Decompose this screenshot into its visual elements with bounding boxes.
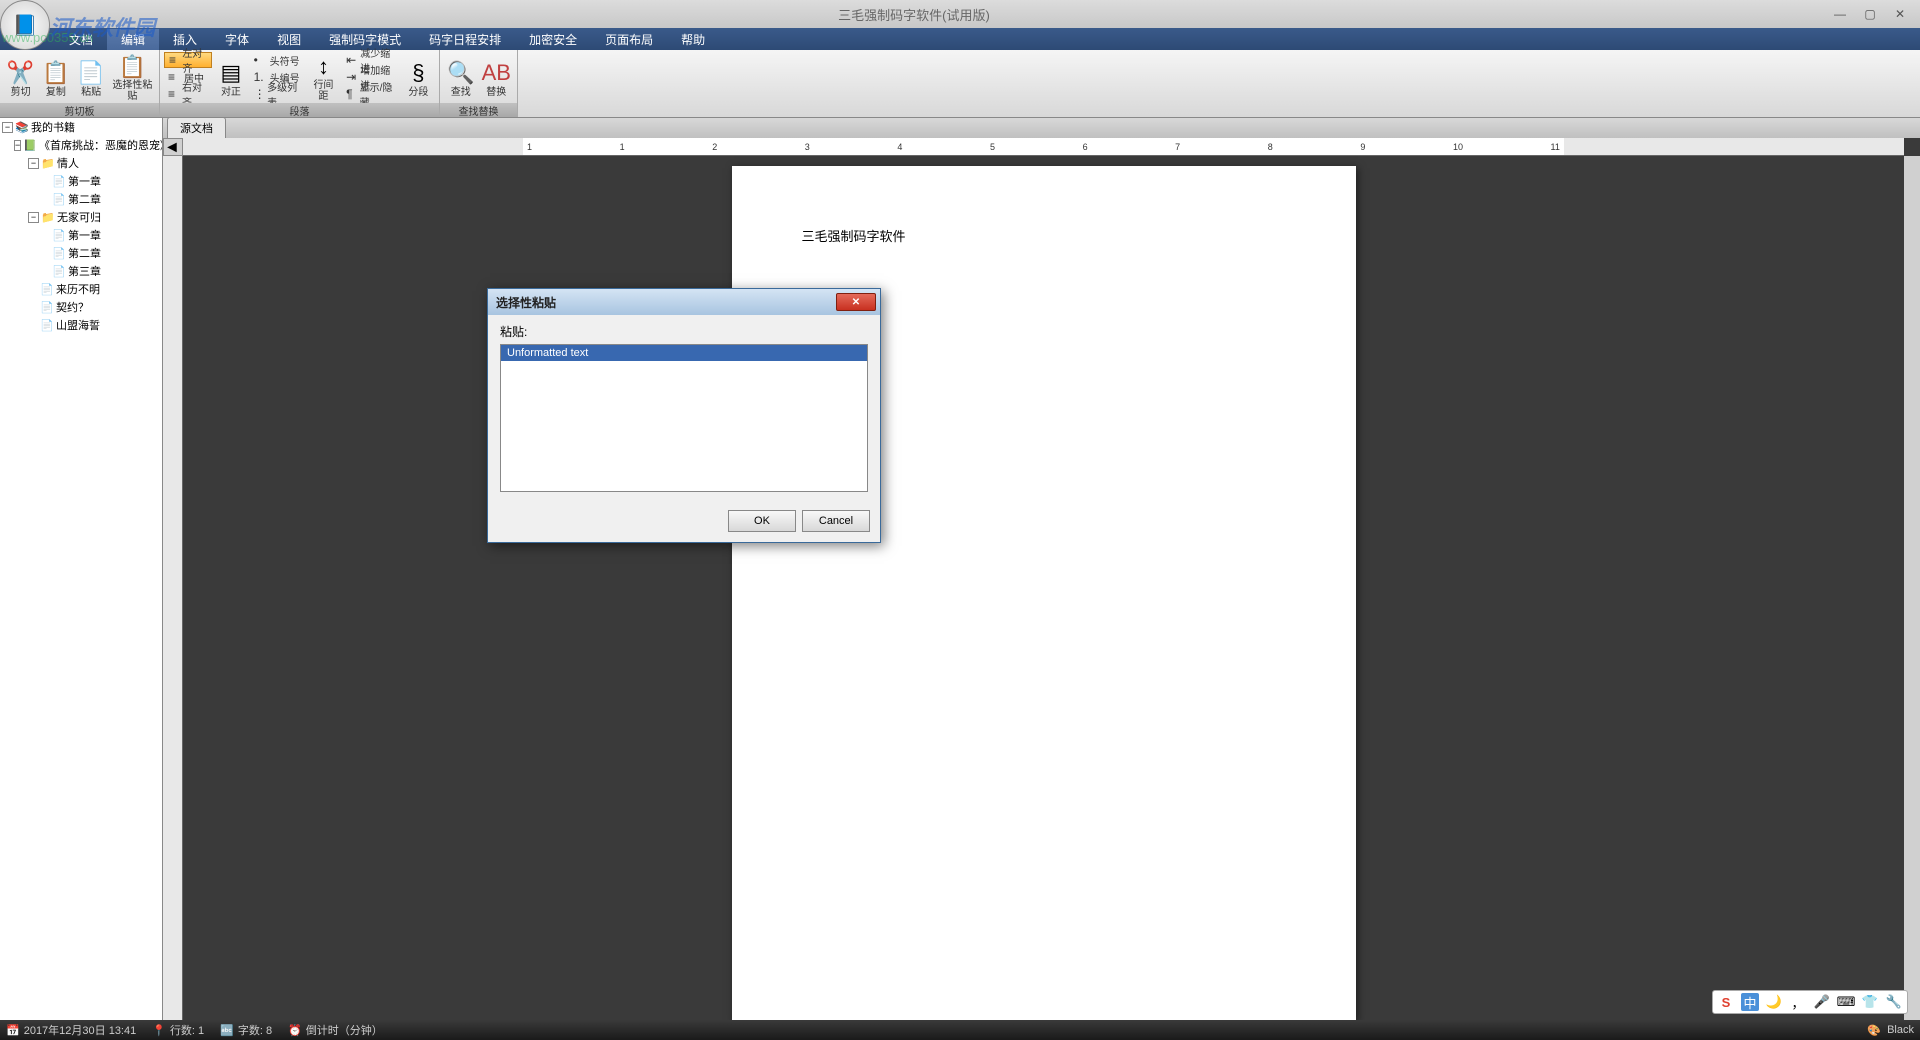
dialog-overlay: 选择性粘贴 ✕ 粘贴: Unformatted text OK Cancel — [0, 0, 1920, 1040]
ok-button[interactable]: OK — [728, 510, 796, 532]
dialog-close-button[interactable]: ✕ — [836, 293, 876, 311]
paste-format-list[interactable]: Unformatted text — [500, 344, 868, 492]
dialog-label: 粘贴: — [500, 323, 868, 340]
dialog-body: 粘贴: Unformatted text — [488, 315, 880, 504]
dialog-title-text: 选择性粘贴 — [496, 294, 556, 311]
cancel-button[interactable]: Cancel — [802, 510, 870, 532]
list-item-unformatted[interactable]: Unformatted text — [501, 345, 867, 361]
dialog-titlebar[interactable]: 选择性粘贴 ✕ — [488, 289, 880, 315]
paste-special-dialog: 选择性粘贴 ✕ 粘贴: Unformatted text OK Cancel — [487, 288, 881, 543]
dialog-buttons: OK Cancel — [488, 504, 880, 542]
